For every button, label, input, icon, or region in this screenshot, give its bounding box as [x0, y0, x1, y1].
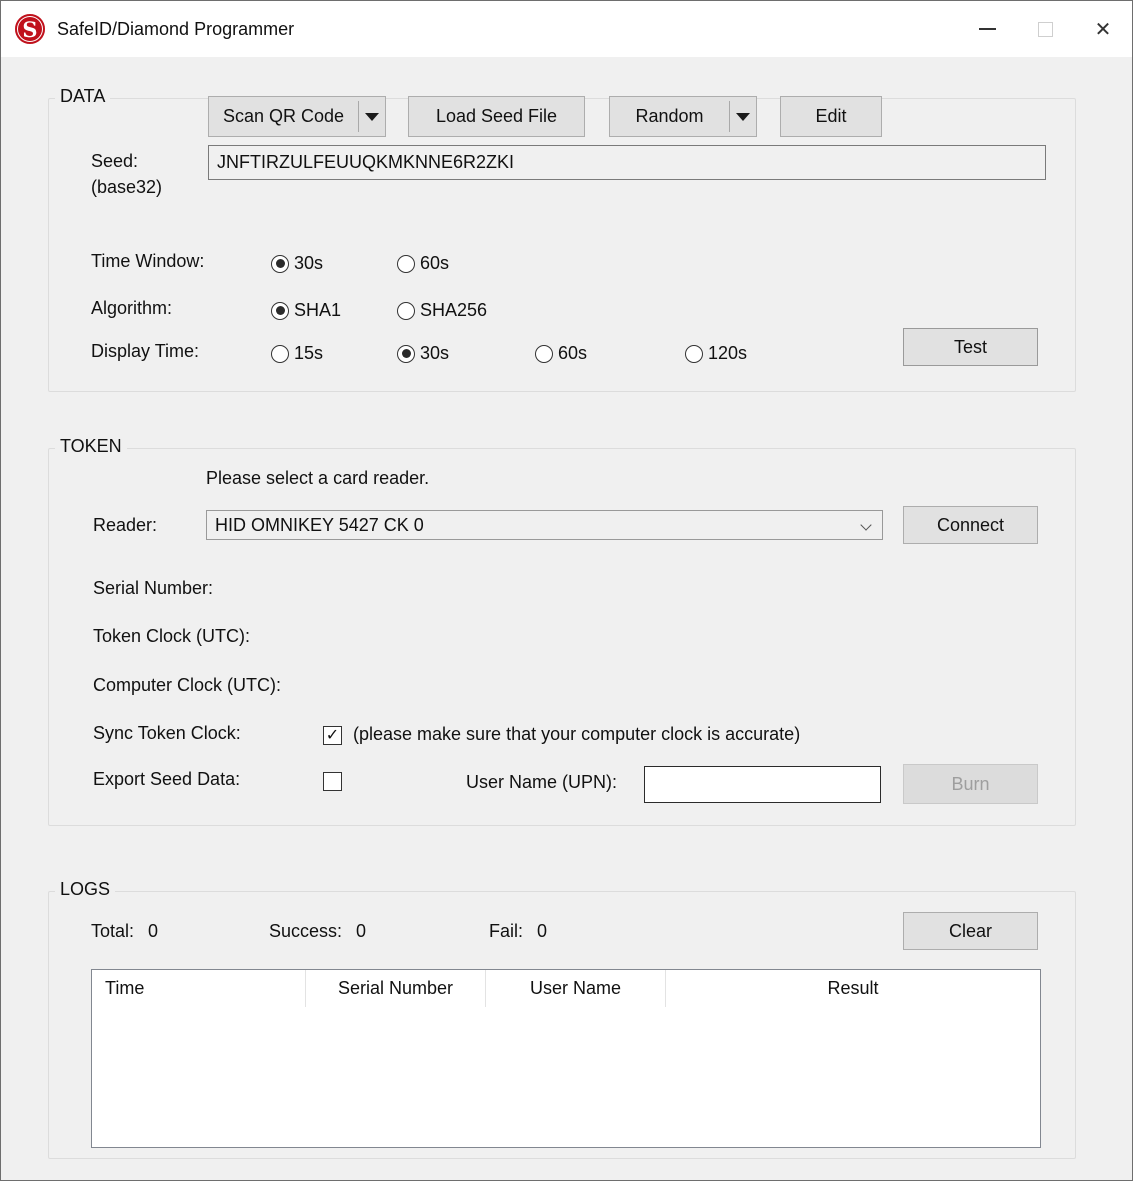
column-header-result[interactable]: Result	[665, 970, 1040, 1007]
minimize-button[interactable]	[958, 1, 1016, 57]
load-seed-file-button[interactable]: Load Seed File	[408, 96, 585, 137]
user-name-upn-label: User Name (UPN):	[466, 772, 617, 793]
time-window-option-60s[interactable]: 60s	[397, 253, 449, 274]
radio-unchecked-icon	[397, 302, 415, 320]
test-button[interactable]: Test	[903, 328, 1038, 366]
connect-button[interactable]: Connect	[903, 506, 1038, 544]
success-label: Success:	[269, 921, 342, 942]
random-button[interactable]: Random	[609, 96, 757, 137]
clear-button[interactable]: Clear	[903, 912, 1038, 950]
success-counter: Success: 0	[269, 921, 366, 942]
radio-label: 15s	[294, 343, 323, 364]
app-logo-icon: S	[15, 14, 45, 44]
close-button[interactable]: ✕	[1074, 1, 1132, 57]
display-time-option-60s[interactable]: 60s	[535, 343, 587, 364]
seed-input[interactable]: JNFTIRZULFEUUQKMKNNE6R2ZKI	[208, 145, 1046, 180]
display-time-option-30s[interactable]: 30s	[397, 343, 449, 364]
radio-unchecked-icon	[397, 255, 415, 273]
radio-label: SHA1	[294, 300, 341, 321]
window-controls: ✕	[958, 1, 1132, 57]
maximize-icon	[1038, 22, 1053, 37]
dropdown-arrow-icon	[365, 113, 379, 121]
reader-label: Reader:	[93, 515, 157, 536]
radio-label: 120s	[708, 343, 747, 364]
window-title: SafeID/Diamond Programmer	[57, 19, 294, 40]
display-time-option-120s[interactable]: 120s	[685, 343, 747, 364]
sync-token-clock-checkbox[interactable]: ✓	[323, 726, 342, 745]
time-window-option-30s[interactable]: 30s	[271, 253, 323, 274]
chevron-down-icon	[860, 519, 871, 530]
seed-label-line2: (base32)	[91, 177, 162, 198]
sync-token-clock-note: (please make sure that your computer clo…	[353, 724, 800, 745]
radio-checked-icon	[271, 302, 289, 320]
logs-table[interactable]: Time Serial Number User Name Result	[91, 969, 1041, 1148]
radio-label: 60s	[558, 343, 587, 364]
token-group-title: TOKEN	[55, 436, 127, 457]
sync-token-clock-label: Sync Token Clock:	[93, 723, 241, 744]
radio-checked-icon	[397, 345, 415, 363]
user-name-input[interactable]	[644, 766, 881, 803]
time-window-label: Time Window:	[91, 251, 204, 272]
radio-unchecked-icon	[271, 345, 289, 363]
computer-clock-label: Computer Clock (UTC):	[93, 675, 281, 696]
success-value: 0	[356, 921, 366, 942]
fail-label: Fail:	[489, 921, 523, 942]
column-header-user-name[interactable]: User Name	[485, 970, 665, 1007]
token-clock-label: Token Clock (UTC):	[93, 626, 250, 647]
reader-selected-value: HID OMNIKEY 5427 CK 0	[215, 515, 424, 536]
seed-label-line1: Seed:	[91, 151, 138, 172]
random-label: Random	[610, 97, 729, 136]
random-dropdown-arrow[interactable]	[730, 97, 756, 136]
maximize-button[interactable]	[1016, 1, 1074, 57]
display-time-option-15s[interactable]: 15s	[271, 343, 323, 364]
reader-status-message: Please select a card reader.	[206, 468, 429, 489]
column-header-time[interactable]: Time	[92, 970, 305, 1007]
edit-button[interactable]: Edit	[780, 96, 882, 137]
fail-counter: Fail: 0	[489, 921, 547, 942]
radio-label: 30s	[420, 343, 449, 364]
title-bar: S SafeID/Diamond Programmer ✕	[1, 1, 1132, 57]
radio-unchecked-icon	[685, 345, 703, 363]
reader-select[interactable]: HID OMNIKEY 5427 CK 0	[206, 510, 883, 540]
radio-label: SHA256	[420, 300, 487, 321]
export-seed-data-checkbox[interactable]	[323, 772, 342, 791]
export-seed-data-label: Export Seed Data:	[93, 769, 240, 790]
total-value: 0	[148, 921, 158, 942]
serial-number-label: Serial Number:	[93, 578, 213, 599]
logs-table-header: Time Serial Number User Name Result	[92, 970, 1040, 1007]
algorithm-label: Algorithm:	[91, 298, 172, 319]
radio-label: 60s	[420, 253, 449, 274]
fail-value: 0	[537, 921, 547, 942]
total-label: Total:	[91, 921, 134, 942]
radio-checked-icon	[271, 255, 289, 273]
radio-label: 30s	[294, 253, 323, 274]
scan-qr-code-label: Scan QR Code	[209, 97, 358, 136]
burn-button[interactable]: Burn	[903, 764, 1038, 804]
total-counter: Total: 0	[91, 921, 158, 942]
dropdown-arrow-icon	[736, 113, 750, 121]
column-header-serial-number[interactable]: Serial Number	[305, 970, 485, 1007]
scan-qr-code-button[interactable]: Scan QR Code	[208, 96, 386, 137]
display-time-label: Display Time:	[91, 341, 199, 362]
scan-qr-dropdown-arrow[interactable]	[359, 97, 385, 136]
algorithm-option-sha256[interactable]: SHA256	[397, 300, 487, 321]
data-group-title: DATA	[55, 86, 110, 107]
algorithm-option-sha1[interactable]: SHA1	[271, 300, 341, 321]
minimize-icon	[979, 28, 996, 30]
app-window: S SafeID/Diamond Programmer ✕ DATA Scan …	[0, 0, 1133, 1181]
radio-unchecked-icon	[535, 345, 553, 363]
logs-group-title: LOGS	[55, 879, 115, 900]
